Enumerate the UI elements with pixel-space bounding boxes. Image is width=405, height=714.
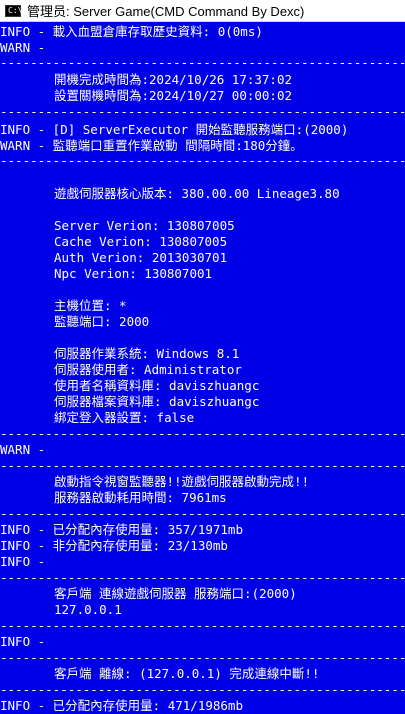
separator-line: ----------------------------------------… [0,104,405,119]
separator-line: ----------------------------------------… [0,650,405,665]
console-line: INFO - [0,634,46,649]
console-line: 伺服器使用者: Administrator [54,362,242,377]
cmd-icon[interactable]: C:\ [5,4,23,17]
separator-line: ----------------------------------------… [0,458,405,473]
console-line: INFO - [0,554,46,569]
console-line: Server Verion: 130807005 [54,218,235,233]
separator-line: ----------------------------------------… [0,426,405,441]
console-line: 綁定登入器設置: false [54,410,195,425]
cmd-icon-glyph: C:\ [8,5,23,15]
console-line: 遊戲伺服器核心版本: 380.00.00 Lineage3.80 [54,186,340,201]
console-line: WARN - [0,40,46,55]
console-line: INFO - [D] ServerExecutor 開始監聽服務端口:(2000… [0,122,349,137]
separator-line: ----------------------------------------… [0,570,405,585]
console-line: 開機完成時間為:2024/10/26 17:37:02 [54,72,293,87]
console-line: 127.0.0.1 [54,602,122,617]
console-line: Cache Verion: 130807005 [54,234,228,249]
console-line: WARN - [0,442,46,457]
console-line: INFO - 非分配內存使用量: 23/130mb [0,538,228,553]
console-line: Auth Verion: 2013030701 [54,250,228,265]
title-bar[interactable]: C:\ 管理员: Server Game(CMD Command By Dexc… [0,0,405,22]
separator-line: ----------------------------------------… [0,618,405,633]
console-line: 客戶端 離線: (127.0.0.1) 完成連線中斷!! [54,666,320,681]
separator-line: ----------------------------------------… [0,506,405,521]
console-line: 啟動指令視窗監聽器!!遊戲伺服器啟動完成!! [54,474,310,489]
separator-line: ----------------------------------------… [0,55,405,70]
separator-line: ----------------------------------------… [0,682,405,697]
console-line: 服務器啟動耗用時間: 7961ms [54,490,227,505]
console-line: 伺服器檔案資料庫: daviszhuangc [54,394,260,409]
console-line: 伺服器作業系統: Windows 8.1 [54,346,240,361]
console-line: INFO - 載入血盟倉庫存取歷史資料: 0(0ms) [0,24,263,39]
console-line: INFO - 已分配內存使用量: 471/1986mb [0,698,243,713]
console-line: 使用者名稱資料庫: daviszhuangc [54,378,260,393]
console-line: INFO - 已分配內存使用量: 357/1971mb [0,522,243,537]
separator-line: ----------------------------------------… [0,153,405,168]
window-title: 管理员: Server Game(CMD Command By Dexc) [27,4,305,19]
console-line: WARN - 監聽端口重置作業啟動 間隔時間:180分鐘。 [0,138,303,153]
console-line: 設置關機時間為:2024/10/27 00:00:02 [54,88,293,103]
console-output[interactable]: INFO - 載入血盟倉庫存取歷史資料: 0(0ms) WARN - -----… [0,22,405,714]
console-line: 客戶端 連線遊戲伺服器 服務端口:(2000) [54,586,297,601]
console-line: Npc Verion: 130807001 [54,266,213,281]
console-line: 主機位置: * [54,298,127,313]
console-line: 監聽端口: 2000 [54,314,150,329]
